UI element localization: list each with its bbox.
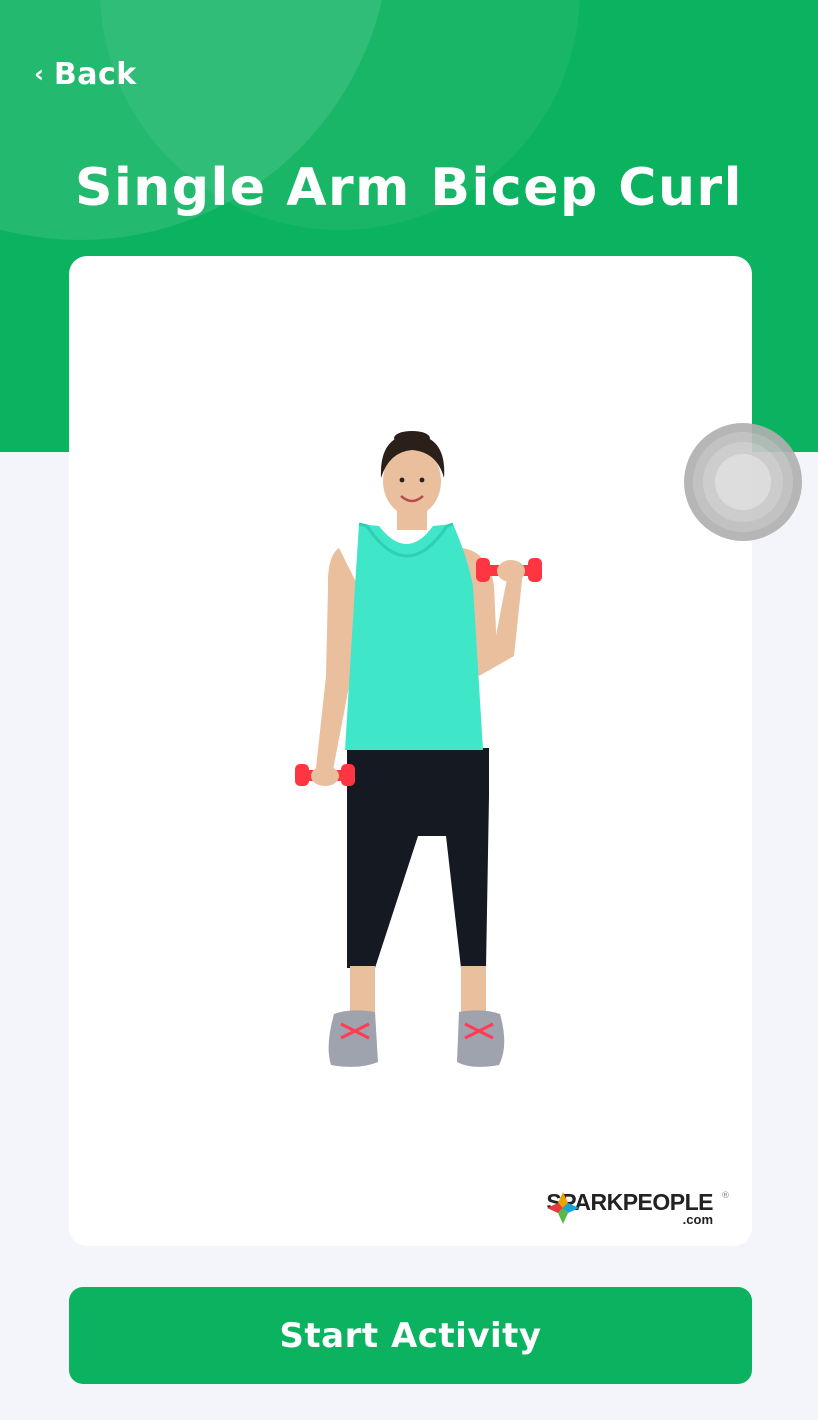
page-title: Single Arm Bicep Curl (75, 158, 743, 218)
registered-mark: ® (721, 1191, 730, 1201)
sparkpeople-logo: SPARKPEOPLE .com ® (546, 1191, 730, 1227)
exercise-illustration (295, 431, 542, 1067)
back-button[interactable]: ‹ Back (34, 56, 137, 92)
sparkpeople-logo-icon (547, 1192, 580, 1224)
start-activity-button[interactable]: Start Activity (69, 1287, 752, 1384)
logo-suffix-text: .com (682, 1212, 713, 1227)
exercise-image-card: SPARKPEOPLE .com ® (69, 256, 752, 1246)
back-label: Back (53, 56, 137, 92)
chevron-left-icon: ‹ (34, 60, 44, 88)
touch-indicator (684, 423, 802, 541)
